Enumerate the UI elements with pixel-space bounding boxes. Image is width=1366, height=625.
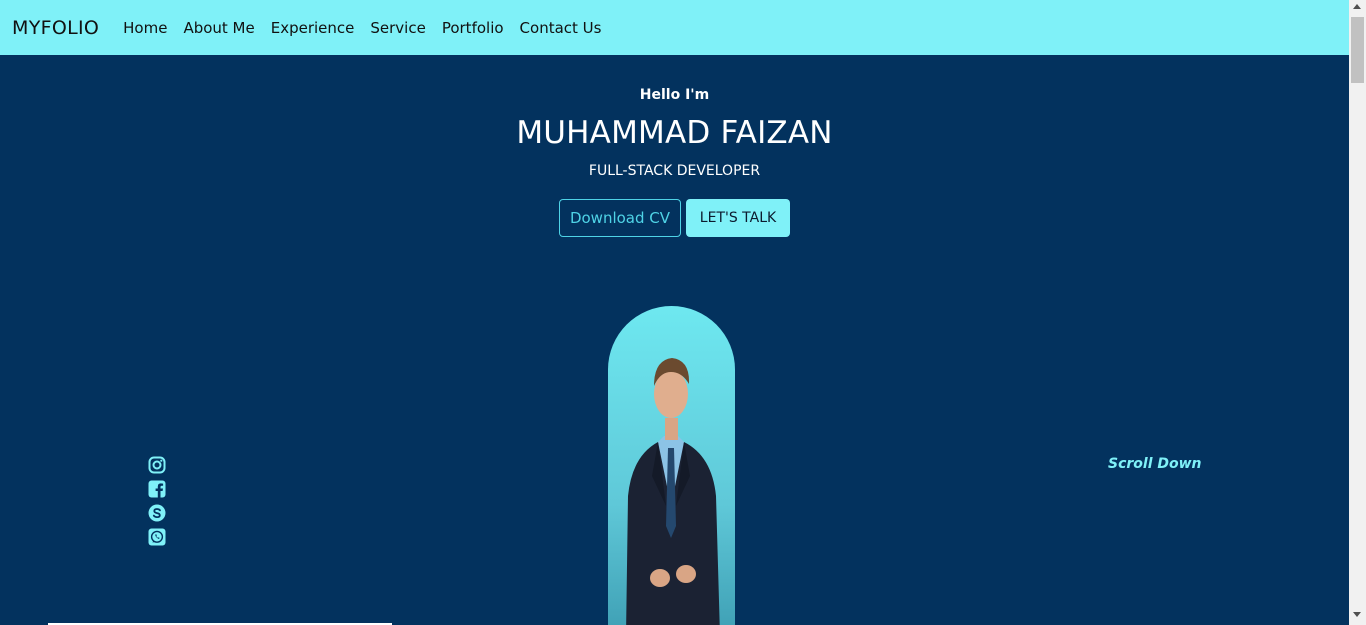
hero-role: FULL-STACK DEVELOPER (588, 163, 761, 179)
hero-buttons: Download CV LET'S TALK (0, 199, 1349, 237)
person-illustration (626, 358, 720, 625)
skype-icon[interactable] (148, 504, 166, 522)
scroll-down-link[interactable]: Scroll Down (1108, 456, 1202, 472)
facebook-icon[interactable] (148, 480, 166, 498)
nav-link-portfolio[interactable]: Portfolio (442, 19, 504, 37)
nav-link-experience[interactable]: Experience (271, 19, 355, 37)
download-cv-button[interactable]: Download CV (559, 199, 681, 237)
nav-links: Home About Me Experience Service Portfol… (115, 19, 609, 37)
hero-name: MUHAMMAD FAIZAN (516, 115, 833, 151)
greeting-text: Hello I'm (639, 87, 710, 103)
nav-link-contact-us[interactable]: Contact Us (520, 19, 602, 37)
navbar: MYFOLIO Home About Me Experience Service… (0, 0, 1349, 55)
scrollbar-thumb[interactable] (1351, 17, 1364, 83)
lets-talk-button[interactable]: LET'S TALK (686, 199, 790, 237)
instagram-icon[interactable] (148, 456, 166, 474)
brand-logo[interactable]: MYFOLIO (12, 17, 99, 39)
profile-portrait (608, 306, 735, 625)
scroll-down-arrow-icon[interactable] (1353, 612, 1361, 617)
nav-link-about-me[interactable]: About Me (183, 19, 254, 37)
social-links (148, 456, 166, 552)
vertical-scrollbar[interactable] (1349, 0, 1366, 625)
whatsapp-icon[interactable] (148, 528, 166, 546)
nav-link-service[interactable]: Service (370, 19, 425, 37)
hero-section: Hello I'm MUHAMMAD FAIZAN FULL-STACK DEV… (0, 55, 1349, 625)
nav-link-home[interactable]: Home (123, 19, 167, 37)
scroll-up-arrow-icon[interactable] (1353, 4, 1361, 9)
